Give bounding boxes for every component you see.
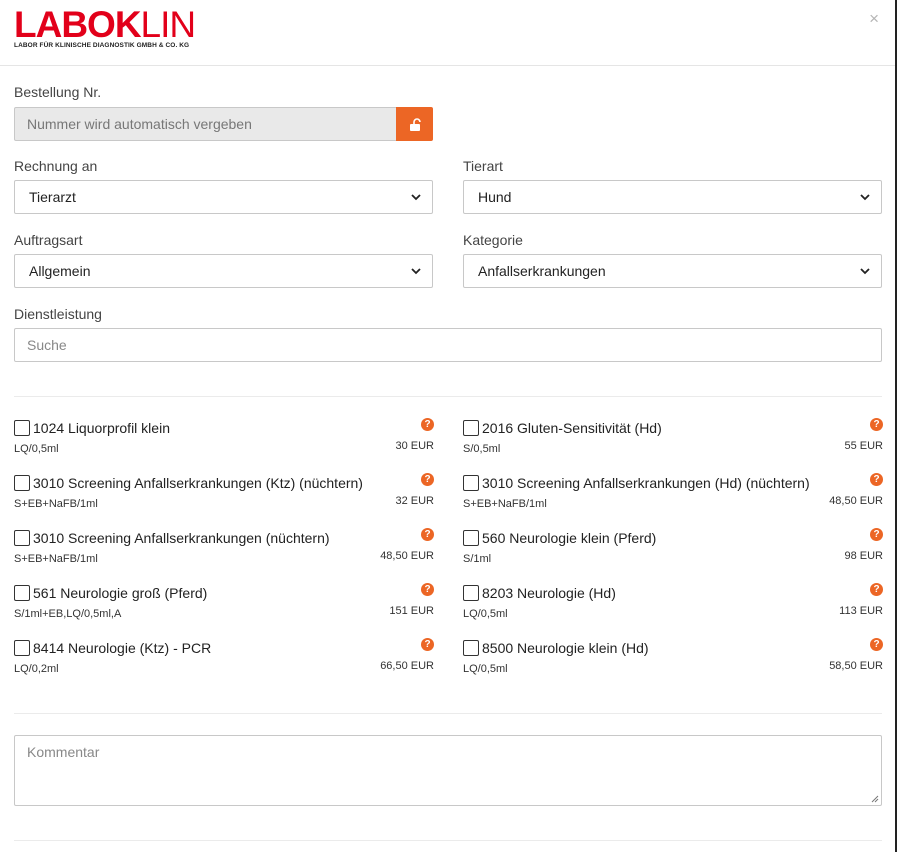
service-name: 2016 Gluten-Sensitivität (Hd) [482,420,662,436]
category-select[interactable]: Anfallserkrankungen [463,254,882,288]
service-checkbox[interactable] [14,640,30,656]
service-sample: LQ/0,5ml [14,443,59,455]
service-sample: LQ/0,5ml [463,663,508,675]
service-name: 8414 Neurologie (Ktz) - PCR [33,640,212,656]
service-checkbox[interactable] [14,420,30,436]
service-search-input[interactable]: Suche [14,328,882,362]
service-name: 560 Neurologie klein (Pferd) [482,530,657,546]
chevron-down-icon [411,194,421,201]
service-checkbox[interactable] [14,530,30,546]
service-name: 3010 Screening Anfallserkrankungen (Ktz)… [33,475,363,491]
service-sample: S+EB+NaFB/1ml [14,553,98,565]
question-icon[interactable]: ? [870,418,883,431]
service-price: 48,50 EUR [829,495,883,507]
question-icon[interactable]: ? [870,638,883,651]
logo-main-text: LABOK [14,4,142,45]
question-icon[interactable]: ? [870,583,883,596]
service-sample: S/1ml+EB,LQ/0,5ml,A [14,608,122,620]
service-item[interactable]: 8203 Neurologie (Hd) LQ/0,5ml ? 113 EUR [463,583,883,633]
service-name: 3010 Screening Anfallserkrankungen (nüch… [33,530,330,546]
service-item[interactable]: 8500 Neurologie klein (Hd) LQ/0,5ml ? 58… [463,638,883,688]
service-price: 58,50 EUR [829,660,883,672]
service-item[interactable]: 2016 Gluten-Sensitivität (Hd) S/0,5ml ? … [463,418,883,468]
question-icon[interactable]: ? [421,418,434,431]
service-price: 113 EUR [839,605,883,617]
service-checkbox[interactable] [463,585,479,601]
service-item[interactable]: 1024 Liquorprofil klein LQ/0,5ml ? 30 EU… [14,418,434,468]
category-label: Kategorie [463,232,523,248]
invoice-value: Tierarzt [29,189,76,205]
service-sample: S/1ml [463,553,492,565]
service-sample: S+EB+NaFB/1ml [14,498,98,510]
animal-value: Hund [478,189,512,205]
order-number-label: Bestellung Nr. [14,84,102,100]
question-icon[interactable]: ? [421,528,434,541]
chevron-down-icon [411,268,421,275]
service-checkbox[interactable] [14,585,30,601]
service-checkbox[interactable] [463,420,479,436]
service-sample: S+EB+NaFB/1ml [463,498,547,510]
laboklin-logo: LABOKLIN LABOR FÜR KLINISCHE DIAGNOSTIK … [14,6,196,49]
service-item[interactable]: 561 Neurologie groß (Pferd) S/1ml+EB,LQ/… [14,583,434,633]
service-price: 98 EUR [844,550,883,562]
service-price: 32 EUR [395,495,434,507]
invoice-select[interactable]: Tierarzt [14,180,433,214]
service-item[interactable]: 3010 Screening Anfallserkrankungen (nüch… [14,528,434,578]
service-sample: LQ/0,5ml [463,608,508,620]
resize-handle-icon[interactable] [871,795,879,803]
service-price: 30 EUR [395,440,434,452]
service-sample: LQ/0,2ml [14,663,59,675]
divider [14,396,882,397]
service-label: Dienstleistung [14,306,102,322]
comment-placeholder: Kommentar [27,744,100,760]
comment-textarea[interactable]: Kommentar [14,735,882,806]
service-price: 151 EUR [389,605,434,617]
divider [14,713,882,714]
service-name: 8203 Neurologie (Hd) [482,585,616,601]
service-name: 1024 Liquorprofil klein [33,420,170,436]
unlock-icon [409,117,421,131]
service-name: 561 Neurologie groß (Pferd) [33,585,208,601]
question-icon[interactable]: ? [421,473,434,486]
service-checkbox[interactable] [463,530,479,546]
order-type-label: Auftragsart [14,232,83,248]
service-checkbox[interactable] [463,640,479,656]
service-checkbox[interactable] [463,475,479,491]
order-type-select[interactable]: Allgemein [14,254,433,288]
logo-main-thin-text: LIN [140,4,197,45]
service-price: 66,50 EUR [380,660,434,672]
dialog-header: LABOKLIN LABOR FÜR KLINISCHE DIAGNOSTIK … [0,0,895,66]
category-value: Anfallserkrankungen [478,263,606,279]
close-button[interactable]: × [869,9,879,29]
order-dialog: LABOKLIN LABOR FÜR KLINISCHE DIAGNOSTIK … [0,0,897,852]
service-item[interactable]: 3010 Screening Anfallserkrankungen (Ktz)… [14,473,434,523]
service-price: 55 EUR [844,440,883,452]
order-number-input[interactable]: Nummer wird automatisch vergeben [14,107,397,141]
service-item[interactable]: 8414 Neurologie (Ktz) - PCR LQ/0,2ml ? 6… [14,638,434,688]
service-sample: S/0,5ml [463,443,501,455]
question-icon[interactable]: ? [421,583,434,596]
service-name: 8500 Neurologie klein (Hd) [482,640,649,656]
invoice-label: Rechnung an [14,158,98,174]
unlock-button[interactable] [396,107,433,141]
service-price: 48,50 EUR [380,550,434,562]
service-item[interactable]: 3010 Screening Anfallserkrankungen (Hd) … [463,473,883,523]
question-icon[interactable]: ? [870,473,883,486]
chevron-down-icon [860,268,870,275]
question-icon[interactable]: ? [421,638,434,651]
service-name: 3010 Screening Anfallserkrankungen (Hd) … [482,475,810,491]
chevron-down-icon [860,194,870,201]
service-checkbox[interactable] [14,475,30,491]
animal-select[interactable]: Hund [463,180,882,214]
logo-subtitle: LABOR FÜR KLINISCHE DIAGNOSTIK GMBH & CO… [14,42,190,49]
service-item[interactable]: 560 Neurologie klein (Pferd) S/1ml ? 98 … [463,528,883,578]
question-icon[interactable]: ? [870,528,883,541]
order-type-value: Allgemein [29,263,91,279]
divider [14,840,882,841]
animal-label: Tierart [463,158,503,174]
